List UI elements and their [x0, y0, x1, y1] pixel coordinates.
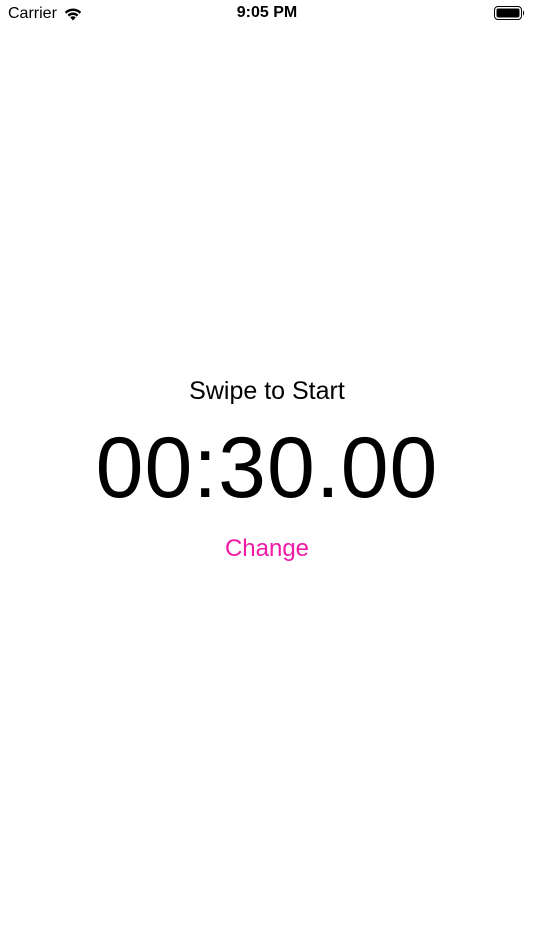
change-button[interactable]: Change — [0, 535, 534, 563]
swipe-instruction: Swipe to Start — [189, 377, 345, 405]
timer-screen: Carrier 9:05 PM Swipe to Start 00:30.00 … — [0, 0, 534, 950]
status-bar: Carrier 9:05 PM — [0, 0, 534, 28]
status-time: 9:05 PM — [236, 4, 298, 21]
timer-display[interactable]: 00:30.00 — [0, 418, 534, 518]
battery-icon — [494, 6, 525, 20]
